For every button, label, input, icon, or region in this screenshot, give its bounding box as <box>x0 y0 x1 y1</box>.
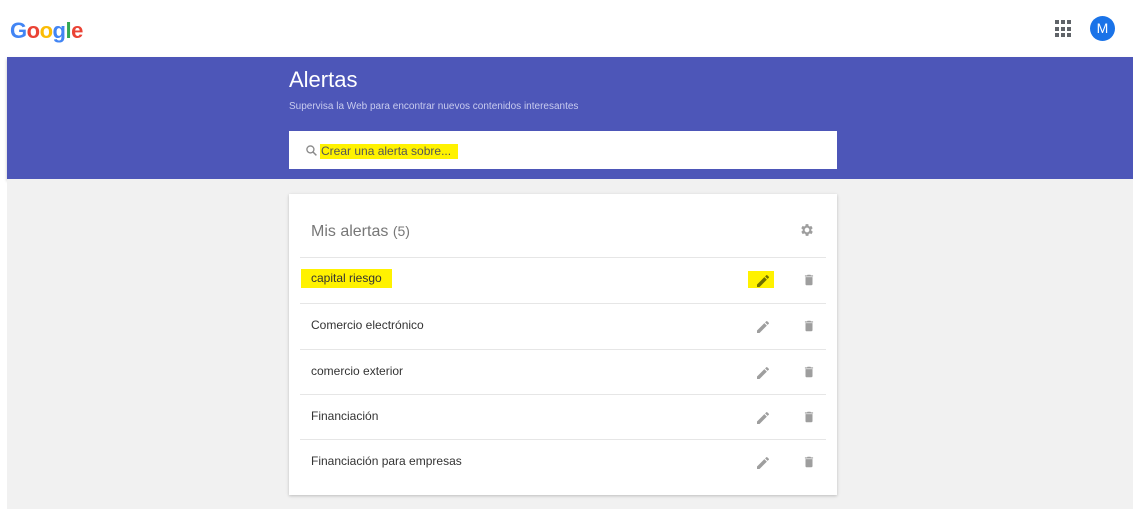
page-subtitle: Supervisa la Web para encontrar nuevos c… <box>289 101 579 112</box>
search-box[interactable] <box>289 131 837 169</box>
trash-icon[interactable] <box>802 409 816 425</box>
trash-icon[interactable] <box>802 454 816 470</box>
card-title-text: Mis alertas <box>311 223 389 240</box>
pencil-icon[interactable] <box>755 365 771 381</box>
logo-letter: e <box>71 18 83 43</box>
pencil-icon[interactable] <box>755 273 771 289</box>
page-title: Alertas <box>289 67 358 92</box>
alert-label[interactable]: capital riesgo <box>301 269 392 288</box>
search-input[interactable] <box>320 144 458 159</box>
my-alerts-card: Mis alertas (5) capital riesgo Comercio … <box>289 194 837 495</box>
alert-row[interactable]: Financiación <box>300 394 826 440</box>
pencil-icon[interactable] <box>755 455 771 471</box>
alert-row[interactable]: Comercio electrónico <box>300 303 826 349</box>
top-bar: Google M <box>0 0 1133 57</box>
trash-icon[interactable] <box>802 364 816 380</box>
card-title: Mis alertas (5) <box>311 222 410 241</box>
search-icon <box>306 145 317 156</box>
logo-letter: o <box>26 18 40 43</box>
trash-icon[interactable] <box>802 318 816 334</box>
gear-icon[interactable] <box>799 222 815 238</box>
trash-icon[interactable] <box>802 272 816 288</box>
alert-row[interactable]: Financiación para empresas <box>300 439 826 485</box>
alert-label[interactable]: Comercio electrónico <box>311 318 424 332</box>
logo-letter: o <box>39 18 53 43</box>
google-logo[interactable]: Google <box>10 19 83 43</box>
logo-letter: g <box>52 18 66 43</box>
alert-row[interactable]: capital riesgo <box>300 257 826 303</box>
alert-label[interactable]: Financiación para empresas <box>311 454 462 468</box>
logo-letter: G <box>10 18 27 43</box>
avatar[interactable]: M <box>1090 16 1115 41</box>
card-header: Mis alertas (5) <box>289 194 837 257</box>
alert-label[interactable]: comercio exterior <box>311 364 403 378</box>
alert-label[interactable]: Financiación <box>311 409 378 423</box>
pencil-icon[interactable] <box>755 319 771 335</box>
alerts-count: (5) <box>392 223 410 239</box>
apps-grid-icon[interactable] <box>1055 20 1073 38</box>
alert-row[interactable]: comercio exterior <box>300 349 826 395</box>
pencil-icon[interactable] <box>755 410 771 426</box>
